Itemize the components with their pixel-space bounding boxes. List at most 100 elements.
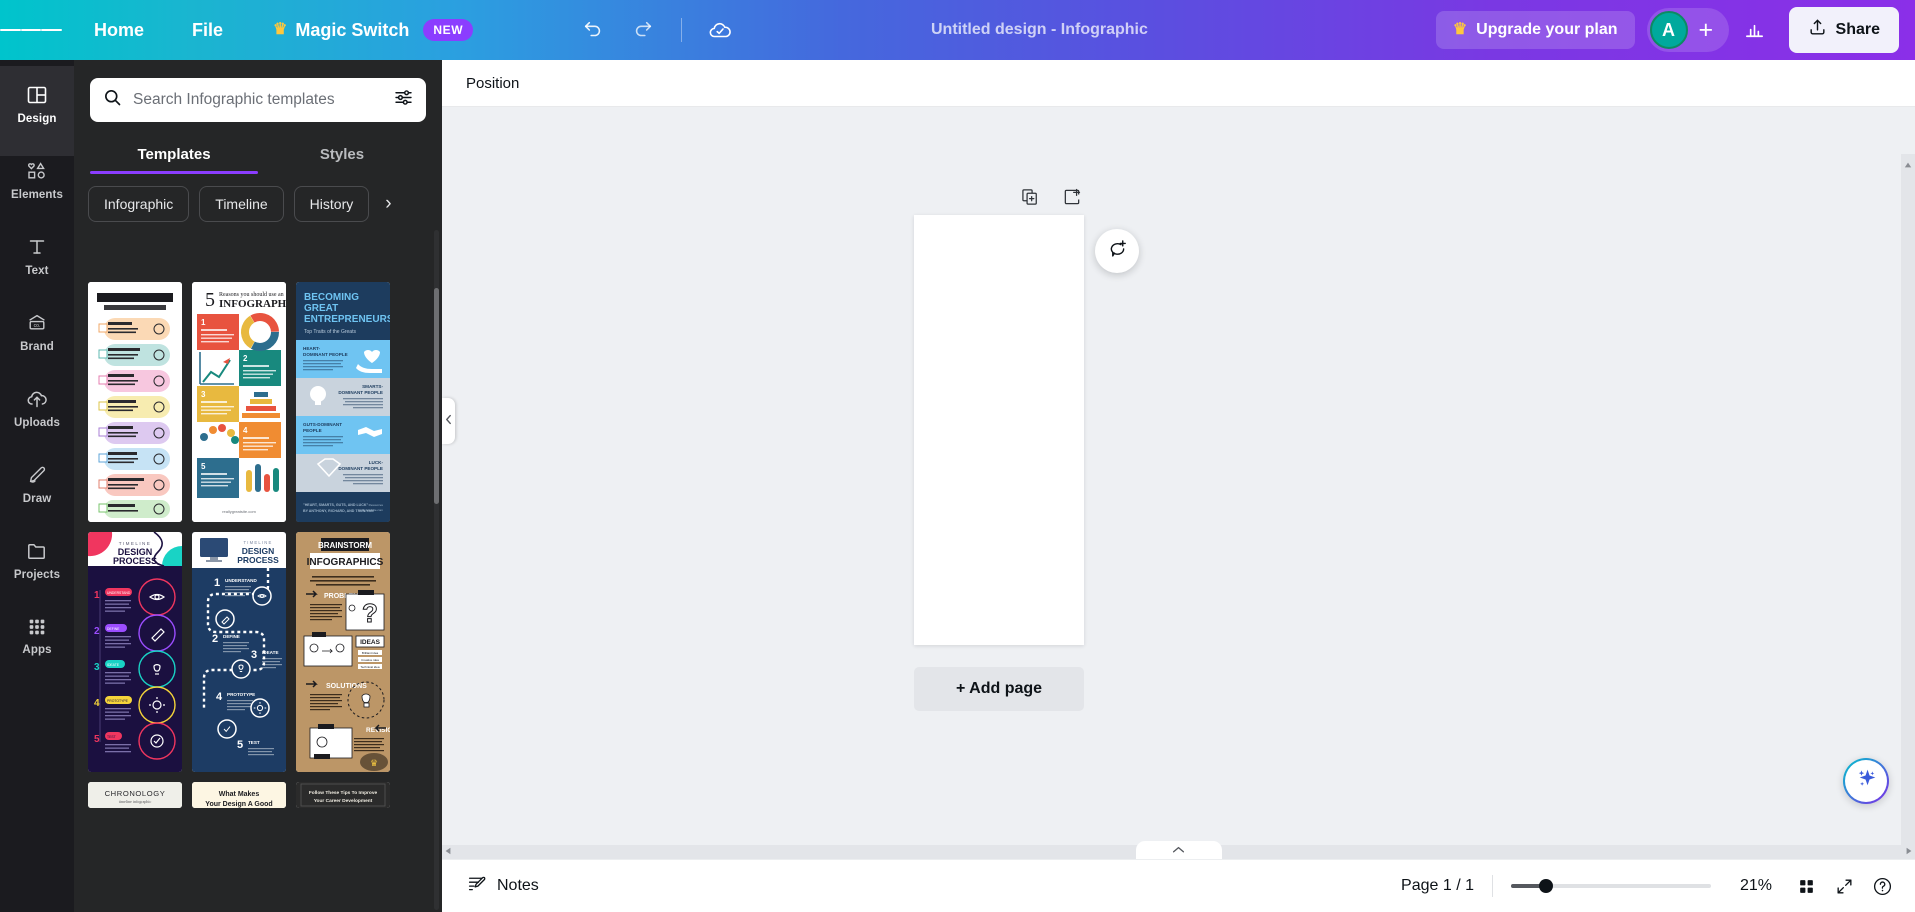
undo-button[interactable] (571, 8, 615, 52)
add-comment-button[interactable] (1095, 229, 1139, 273)
position-toolbar: Position (442, 60, 1915, 107)
template-card-follow-these-tips-career[interactable]: Follow These Tips To Improve Your Career… (296, 782, 390, 808)
template-card-5-reasons-use-infographic[interactable]: 5 Reasons you should use an INFOGRAPHIC … (192, 282, 286, 522)
page-tools (1020, 187, 1082, 212)
svg-text:BECOMING: BECOMING (304, 292, 359, 303)
svg-text:5: 5 (205, 289, 215, 311)
sidebar-item-label: Design (17, 113, 57, 125)
canvas-vertical-scrollbar[interactable] (1901, 154, 1915, 859)
svg-text:PEOPLE: PEOPLE (303, 428, 322, 433)
template-card-brainstorm-infographics-kraft[interactable]: BRAINSTORM INFOGRAPHICS PROBLEMS ? IDEAS… (296, 532, 390, 772)
svg-text:IDEATE: IDEATE (107, 663, 120, 667)
zoom-slider-knob[interactable] (1539, 879, 1553, 893)
add-page-icon[interactable] (1062, 187, 1082, 212)
zoom-slider[interactable] (1511, 876, 1711, 896)
insights-bar-chart-icon[interactable] (1733, 8, 1777, 52)
svg-text:reallygreatsite.com: reallygreatsite.com (222, 509, 256, 514)
avatar[interactable]: A (1649, 11, 1688, 49)
design-title[interactable]: Untitled design - Infographic (921, 0, 1158, 60)
template-card-what-makes-your-design-a-good[interactable]: What Makes Your Design A Good (192, 782, 286, 808)
scroll-up-arrow[interactable] (1904, 156, 1912, 174)
svg-text:3: 3 (94, 662, 100, 673)
svg-text:reallygreatsite.com: reallygreatsite.com (358, 508, 384, 512)
upgrade-label: Upgrade your plan (1476, 21, 1618, 38)
chip-timeline[interactable]: Timeline (199, 186, 284, 222)
expand-pages-tab[interactable] (1135, 841, 1222, 859)
sidebar-item-draw[interactable]: Draw (0, 446, 74, 522)
sidebar-item-uploads[interactable]: Uploads (0, 370, 74, 446)
chip-history[interactable]: History (293, 186, 370, 222)
tab-templates[interactable]: Templates (90, 136, 258, 174)
template-card-becoming-great-entrepreneurs[interactable]: BECOMING GREAT ENTREPRENEURS Top Traits … (296, 282, 390, 522)
scroll-left-arrow[interactable] (444, 847, 452, 857)
template-card-timeline-design-process-neon[interactable]: TIMELINE DESIGN PROCESS 1 2 3 4 5 UNDERS… (88, 532, 182, 772)
grid-dots-icon (26, 616, 48, 638)
magic-switch-button[interactable]: ♛ Magic Switch NEW (259, 11, 487, 49)
chevron-right-icon[interactable]: › (379, 189, 397, 219)
grid-view-icon[interactable] (1787, 867, 1825, 905)
svg-text:DOMINANT PEOPLE: DOMINANT PEOPLE (303, 352, 348, 357)
sliders-filter-icon[interactable] (393, 87, 414, 113)
duplicate-page-icon[interactable] (1020, 187, 1040, 212)
upload-cloud-icon (25, 387, 49, 411)
comment-add-icon (1107, 238, 1128, 264)
redo-button[interactable] (621, 8, 665, 52)
design-title-text: Untitled design - Infographic (931, 21, 1148, 38)
notes-button[interactable]: Notes (458, 866, 548, 906)
crown-icon: ♛ (273, 21, 288, 38)
search-input[interactable] (133, 91, 383, 109)
cloud-check-icon[interactable] (698, 8, 742, 52)
tab-styles[interactable]: Styles (258, 136, 426, 174)
invite-members-button[interactable]: + (1699, 17, 1714, 43)
sidebar-item-design[interactable]: Design (0, 66, 74, 156)
template-card-timeline-design-process-pastel[interactable] (88, 282, 182, 522)
share-upload-icon (1808, 18, 1827, 42)
upgrade-plan-button[interactable]: ♛ Upgrade your plan (1435, 11, 1635, 49)
file-menu-button[interactable]: File (178, 12, 237, 49)
template-card-chronology-timeline-infographic[interactable]: CHRONOLOGY timeline infographic (88, 782, 182, 808)
page-counter: Page 1 / 1 (1401, 877, 1474, 894)
sidebar-item-text[interactable]: Text (0, 218, 74, 294)
layout-icon (25, 83, 49, 107)
status-divider (1492, 875, 1493, 897)
zoom-value[interactable]: 21% (1725, 877, 1787, 895)
svg-text:2: 2 (94, 626, 100, 637)
hamburger-icon[interactable] (0, 26, 63, 35)
brand-tag-icon: co. (25, 311, 49, 335)
scroll-right-arrow[interactable] (1905, 847, 1913, 857)
magic-ai-button[interactable] (1843, 758, 1889, 804)
svg-text:2: 2 (243, 354, 248, 363)
file-label: File (192, 19, 224, 40)
svg-text:IDEATE: IDEATE (262, 650, 279, 655)
search-box[interactable] (90, 78, 426, 122)
svg-text:BRAINSTORM: BRAINSTORM (318, 541, 372, 550)
template-row: TIMELINE DESIGN PROCESS 1 2 3 4 5 UNDERS… (88, 532, 428, 772)
position-button[interactable]: Position (458, 69, 527, 98)
chip-infographic[interactable]: Infographic (88, 186, 190, 222)
template-card-timeline-design-process-navy[interactable]: TIMELINE DESIGN PROCESS 1 UNDERSTAND 2 D… (192, 532, 286, 772)
share-button[interactable]: Share (1788, 7, 1899, 53)
svg-text:UNDERSTAND: UNDERSTAND (225, 578, 257, 583)
sidebar-item-apps[interactable]: Apps (0, 598, 74, 674)
add-page-button[interactable]: + Add page (914, 667, 1084, 711)
expand-fullscreen-icon[interactable] (1825, 867, 1863, 905)
panel-collapse-handle[interactable] (442, 398, 455, 444)
sidebar-item-projects[interactable]: Projects (0, 522, 74, 598)
sidebar-item-label: Apps (22, 644, 52, 656)
tab-styles-label: Styles (319, 146, 365, 163)
template-row: 5 Reasons you should use an INFOGRAPHIC … (88, 282, 428, 522)
home-menu-button[interactable]: Home (80, 12, 158, 49)
sidebar-item-brand[interactable]: co. Brand (0, 294, 74, 370)
svg-text:UNDERSTAND: UNDERSTAND (107, 591, 131, 595)
account-invite-group[interactable]: A + (1646, 8, 1729, 52)
share-label: Share (1835, 21, 1880, 38)
history-toolbar (571, 8, 742, 52)
text-t-icon (25, 235, 49, 259)
sidebar-item-elements[interactable]: Elements (0, 142, 74, 218)
magic-switch-label: Magic Switch (295, 19, 410, 40)
design-page-canvas[interactable] (914, 215, 1084, 645)
toolbar-divider (681, 18, 683, 42)
canvas-area[interactable]: + Add page (442, 107, 1915, 859)
svg-text:DEFINE: DEFINE (107, 627, 120, 631)
help-question-icon[interactable] (1863, 867, 1901, 905)
